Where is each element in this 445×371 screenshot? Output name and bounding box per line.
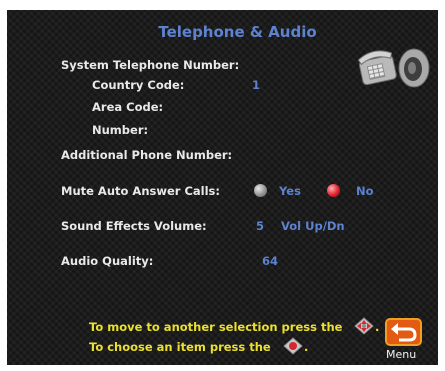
- number-label[interactable]: Number:: [92, 123, 148, 137]
- dpad-icon: [354, 317, 374, 335]
- area-code-label[interactable]: Area Code:: [92, 100, 163, 114]
- sound-effects-value[interactable]: 5: [256, 219, 264, 233]
- mute-auto-answer-label: Mute Auto Answer Calls:: [61, 184, 220, 198]
- page-title: Telephone & Audio: [158, 23, 317, 41]
- instruction-choose: To choose an item press the: [89, 340, 271, 354]
- menu-button[interactable]: [385, 318, 422, 346]
- mute-no-label[interactable]: No: [356, 184, 374, 198]
- audio-quality-label: Audio Quality:: [61, 254, 154, 268]
- telephone-and-speaker-icon: [357, 48, 430, 88]
- instruction-choose-end: .: [304, 340, 309, 354]
- system-telephone-label: System Telephone Number:: [61, 58, 240, 72]
- back-arrow-icon: [391, 323, 417, 342]
- mute-yes-radio[interactable]: [254, 184, 267, 197]
- audio-quality-value[interactable]: 64: [262, 254, 278, 268]
- mute-yes-label[interactable]: Yes: [279, 184, 301, 198]
- country-code-label[interactable]: Country Code:: [92, 78, 184, 92]
- dpad-icon: [283, 337, 303, 355]
- sound-effects-label: Sound Effects Volume:: [61, 219, 207, 233]
- country-code-value[interactable]: 1: [252, 78, 260, 92]
- sound-effects-hint: Vol Up/Dn: [281, 219, 345, 233]
- menu-button-label[interactable]: Menu: [386, 348, 416, 361]
- mute-no-radio[interactable]: [327, 184, 340, 197]
- instruction-move: To move to another selection press the: [89, 320, 343, 334]
- additional-phone-label[interactable]: Additional Phone Number:: [61, 148, 232, 162]
- instruction-move-end: .: [375, 320, 380, 334]
